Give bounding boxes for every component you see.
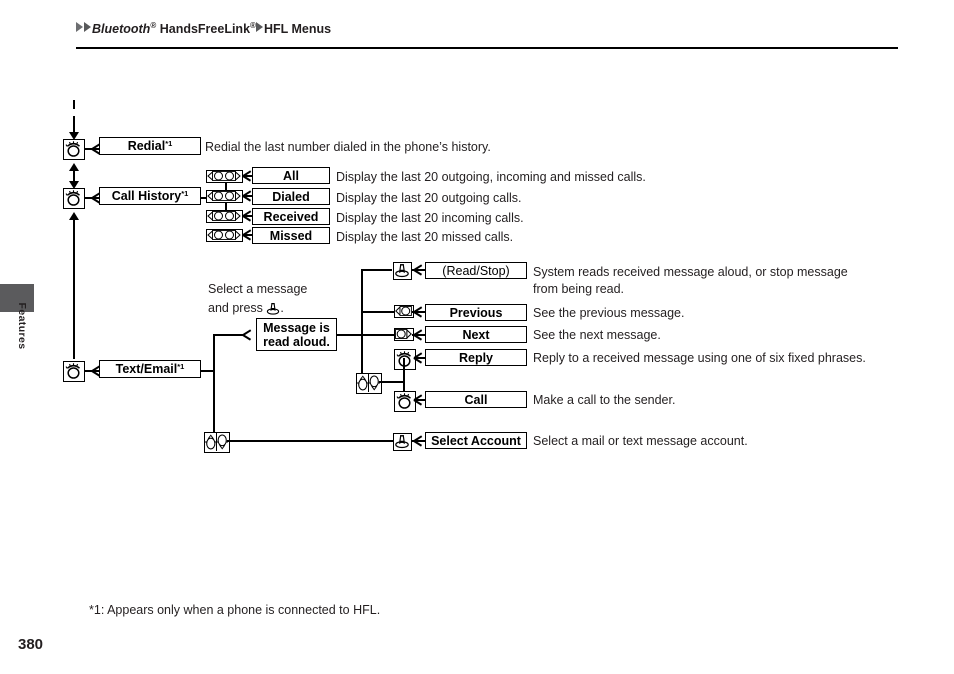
phone-button-icon: [63, 188, 85, 209]
header-divider: [76, 47, 898, 49]
connector-line: [231, 334, 243, 336]
menu-item-select-account[interactable]: Select Account: [425, 432, 527, 449]
menu-item-call[interactable]: Call: [425, 391, 527, 408]
connector-line-vertical: [361, 269, 363, 382]
breadcrumb-item-handsfreelink: HandsFreeLink: [159, 22, 251, 36]
connector-line: [412, 269, 426, 271]
menu-item-all[interactable]: All: [252, 167, 330, 184]
menu-label: All: [283, 168, 299, 183]
menu-label: Next: [462, 327, 490, 342]
rocker-icon: [206, 190, 243, 203]
menu-label: Redial: [127, 139, 166, 153]
menu-item-previous[interactable]: Previous: [425, 304, 527, 321]
menu-label: Reply: [458, 350, 494, 365]
arrow-right-icon: [243, 329, 254, 341]
menu-label: Select Account: [431, 433, 521, 448]
connector-line: [213, 334, 231, 336]
registered-mark: ®: [150, 21, 157, 30]
spine-stub: [73, 100, 75, 109]
connector-line: [379, 381, 405, 383]
menu-item-missed[interactable]: Missed: [252, 227, 330, 244]
menu-item-text-email[interactable]: Text/Email*1: [99, 360, 201, 378]
connector-line: [361, 334, 394, 336]
manual-page: Bluetooth® HandsFreeLink® HFL Menus Featu…: [0, 0, 954, 674]
breadcrumb-item-hfl-menus: HFL Menus: [263, 22, 332, 36]
breadcrumb-arrow-icon: [84, 22, 91, 32]
spine-segment: [73, 168, 75, 182]
footnote-mark: *1: [177, 362, 185, 371]
section-tab-label: Features: [16, 302, 28, 350]
description-received: Display the last 20 incoming calls.: [336, 211, 524, 225]
rocker-icon: [206, 229, 243, 242]
description-missed: Display the last 20 missed calls.: [336, 230, 514, 244]
breadcrumb-arrow-icon: [76, 22, 83, 32]
footnote-mark: *1: [165, 139, 173, 148]
talk-button-icon: [393, 433, 412, 451]
menu-label: (Read/Stop): [442, 263, 510, 278]
hint-line-1: Select a message: [208, 282, 308, 296]
menu-label: Dialed: [272, 189, 310, 204]
hint-line-2-text: and press: [208, 301, 263, 315]
menu-label: Call: [464, 392, 488, 407]
connector-line: [227, 440, 394, 442]
menu-item-reply[interactable]: Reply: [425, 349, 527, 366]
hint-line-2-period: .: [280, 301, 284, 315]
state-line-2: read aloud.: [263, 334, 330, 349]
menu-label: Previous: [449, 305, 503, 320]
description-read-stop: System reads received message aloud, or …: [533, 265, 848, 296]
phone-button-icon: [394, 391, 416, 412]
connector-line: [361, 311, 394, 313]
menu-label: Text/Email: [115, 362, 178, 376]
menu-label: Received: [263, 209, 319, 224]
menu-item-read-stop[interactable]: (Read/Stop): [425, 262, 527, 279]
description-reply: Reply to a received message using one of…: [533, 351, 866, 365]
description-next: See the next message.: [533, 328, 661, 342]
connector-line: [361, 269, 392, 271]
rocker-left-icon: [394, 305, 414, 318]
menu-label: Call History: [111, 189, 182, 203]
talk-button-icon: [393, 262, 412, 280]
menu-item-received[interactable]: Received: [252, 208, 330, 225]
phone-button-icon: [394, 349, 416, 370]
page-header: Bluetooth® HandsFreeLink® HFL Menus: [76, 16, 898, 50]
menu-item-next[interactable]: Next: [425, 326, 527, 343]
state-message-read-aloud: Message is read aloud.: [256, 318, 337, 351]
menu-item-dialed[interactable]: Dialed: [252, 188, 330, 205]
menu-item-call-history[interactable]: Call History*1: [99, 187, 201, 205]
menu-label: Missed: [269, 228, 313, 243]
spine-segment-long: [73, 218, 75, 359]
connector-line: [412, 440, 426, 442]
breadcrumb-item-bluetooth: Bluetooth: [92, 22, 151, 36]
connector-line: [412, 334, 426, 336]
spine-segment: [73, 116, 75, 133]
footnote-mark: *1: [181, 189, 189, 198]
menu-item-redial[interactable]: Redial*1: [99, 137, 201, 155]
up-down-selector-icon: [204, 432, 230, 453]
state-line-1: Message is: [263, 320, 330, 335]
description-call: Make a call to the sender.: [533, 393, 676, 407]
page-number: 380: [18, 636, 44, 653]
description-dialed: Display the last 20 outgoing calls.: [336, 191, 522, 205]
connector-line: [412, 311, 426, 313]
phone-button-icon: [63, 361, 85, 382]
connector-line-vertical: [213, 334, 215, 441]
rocker-right-icon: [394, 328, 414, 341]
rocker-icon: [206, 210, 243, 223]
hint-select-message: Select a message and press .: [208, 280, 307, 321]
breadcrumb-arrow-icon: [255, 22, 263, 32]
phone-button-icon: [63, 139, 85, 160]
description-previous: See the previous message.: [533, 306, 685, 320]
breadcrumb: Bluetooth® HandsFreeLink® HFL Menus: [76, 16, 331, 39]
footnote: *1: Appears only when a phone is connect…: [89, 603, 381, 617]
connector-line: [337, 334, 362, 336]
rocker-icon: [206, 170, 243, 183]
up-down-selector-icon: [356, 373, 382, 394]
description-all: Display the last 20 outgoing, incoming a…: [336, 170, 646, 184]
description-select-account: Select a mail or text message account.: [533, 434, 748, 448]
description-redial: Redial the last number dialed in the pho…: [205, 140, 491, 154]
